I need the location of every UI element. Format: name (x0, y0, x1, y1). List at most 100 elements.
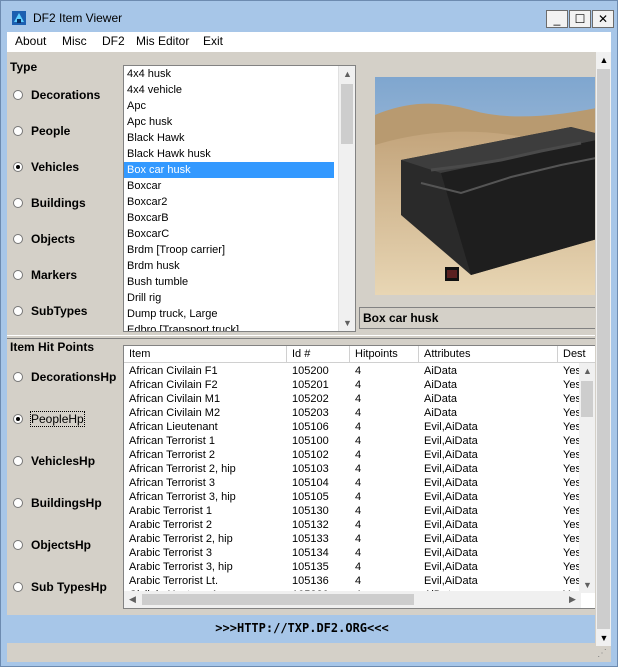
cell-attributes: AiData (424, 365, 458, 377)
radio-button-icon[interactable] (13, 126, 23, 136)
radio-button-icon[interactable] (13, 90, 23, 100)
resize-grip-icon[interactable]: ⋰ (597, 648, 609, 660)
list-item[interactable]: Apc husk (124, 114, 334, 130)
list-item[interactable]: Boxcar2 (124, 194, 334, 210)
close-button[interactable]: ✕ (592, 10, 614, 28)
radio-button-icon[interactable] (13, 540, 23, 550)
type-radio-vehicles[interactable]: Vehicles (13, 159, 79, 175)
website-link[interactable]: >>>HTTP://TXP.DF2.ORG<<< (7, 615, 597, 643)
scroll-down-icon[interactable]: ▼ (339, 315, 355, 331)
title-bar[interactable]: DF2 Item Viewer _ ☐ ✕ (1, 1, 617, 32)
hp-radio-peoplehp[interactable]: PeopleHp (13, 411, 85, 427)
scroll-up-icon[interactable]: ▲ (339, 66, 355, 82)
table-row[interactable]: African Civilain M2 105203 4 AiData Yes (124, 406, 596, 420)
column-header-attributes[interactable]: Attributes (419, 346, 558, 363)
list-item[interactable]: Bush tumble (124, 274, 334, 290)
column-header-id[interactable]: Id # (287, 346, 350, 363)
table-row[interactable]: Arabic Terrorist 2 105132 4 Evil,AiData Yes (124, 518, 596, 532)
menu-about[interactable]: About (15, 34, 46, 48)
table-row[interactable]: Arabic Terrorist 3 105134 4 Evil,AiData Yes (124, 546, 596, 560)
radio-button-icon[interactable] (13, 498, 23, 508)
maximize-button[interactable]: ☐ (569, 10, 591, 28)
table-vertical-scrollbar[interactable]: ▲ ▼ (579, 363, 596, 593)
list-item[interactable]: Edbro [Transport truck] (124, 322, 334, 331)
list-item[interactable]: 4x4 vehicle (124, 82, 334, 98)
radio-button-icon[interactable] (13, 306, 23, 316)
scroll-up-icon[interactable]: ▲ (579, 363, 596, 379)
list-item[interactable]: Brdm [Troop carrier] (124, 242, 334, 258)
panel-divider[interactable] (7, 335, 611, 339)
scroll-down-icon[interactable]: ▼ (579, 577, 596, 593)
type-radio-people[interactable]: People (13, 123, 70, 139)
table-row[interactable]: African Civilain M1 105202 4 AiData Yes (124, 392, 596, 406)
scroll-thumb[interactable] (341, 84, 353, 144)
list-item[interactable]: Apc (124, 98, 334, 114)
hp-radio-objectshp[interactable]: ObjectsHp (13, 537, 91, 553)
list-item[interactable]: Boxcar (124, 178, 334, 194)
radio-button-icon[interactable] (13, 414, 23, 424)
table-row[interactable]: Arabic Terrorist Lt. 105136 4 Evil,AiData Ye… (124, 574, 596, 588)
radio-button-icon[interactable] (13, 198, 23, 208)
hp-radio-vehicleshp[interactable]: VehiclesHp (13, 453, 95, 469)
list-item[interactable]: BoxcarB (124, 210, 334, 226)
scroll-down-icon[interactable]: ▼ (596, 630, 612, 646)
table-row[interactable]: African Terrorist 1 105100 4 Evil,AiData Yes (124, 434, 596, 448)
hp-radio-sub-typeshp[interactable]: Sub TypesHp (13, 579, 107, 595)
list-item[interactable]: Box car husk (124, 162, 334, 178)
type-list-scrollbar[interactable]: ▲ ▼ (338, 66, 355, 331)
list-item[interactable]: Black Hawk husk (124, 146, 334, 162)
radio-button-icon[interactable] (13, 162, 23, 172)
scroll-thumb[interactable] (581, 381, 593, 417)
column-header-hitpoints[interactable]: Hitpoints (350, 346, 419, 363)
list-item[interactable]: Black Hawk (124, 130, 334, 146)
list-item[interactable]: Dump truck, Large (124, 306, 334, 322)
hitpoints-table[interactable]: Item Id # Hitpoints Attributes Dest Afri… (123, 345, 597, 609)
table-row[interactable]: Arabic Terrorist 3, hip 105135 4 Evil,AiDat… (124, 560, 596, 574)
menu-misc[interactable]: Misc (62, 34, 87, 48)
table-row[interactable]: Arabic Terrorist 2, hip 105133 4 Evil,AiDat… (124, 532, 596, 546)
radio-button-icon[interactable] (13, 456, 23, 466)
table-row[interactable]: African Terrorist 3, hip 105105 4 Evil,AiDa… (124, 490, 596, 504)
table-row[interactable]: African Terrorist 2, hip 105103 4 Evil,AiDa… (124, 462, 596, 476)
type-radio-buildings[interactable]: Buildings (13, 195, 86, 211)
type-radio-subtypes[interactable]: SubTypes (13, 303, 87, 319)
column-header-dest[interactable]: Dest (558, 346, 596, 363)
radio-label: Vehicles (31, 160, 80, 174)
radio-button-icon[interactable] (13, 372, 23, 382)
column-header-item[interactable]: Item (124, 346, 287, 363)
radio-button-icon[interactable] (13, 582, 23, 592)
list-item[interactable]: Brdm husk (124, 258, 334, 274)
table-row[interactable]: Arabic Terrorist 1 105130 4 Evil,AiData Yes (124, 504, 596, 518)
list-item[interactable]: 4x4 husk (124, 66, 334, 82)
table-row[interactable]: African Terrorist 3 105104 4 Evil,AiData Yes (124, 476, 596, 490)
menu-df2[interactable]: DF2 (102, 34, 125, 48)
type-radio-markers[interactable]: Markers (13, 267, 77, 283)
radio-button-icon[interactable] (13, 234, 23, 244)
table-row[interactable]: African Civilain F1 105200 4 AiData Yes (124, 364, 596, 378)
hp-radio-buildingshp[interactable]: BuildingsHp (13, 495, 102, 511)
cell-item: African Terrorist 1 (129, 435, 215, 447)
scroll-up-icon[interactable]: ▲ (596, 52, 612, 68)
type-radio-objects[interactable]: Objects (13, 231, 75, 247)
scroll-right-icon[interactable]: ▶ (564, 591, 581, 608)
scroll-thumb[interactable] (597, 69, 610, 629)
table-row[interactable]: African Civilain F2 105201 4 AiData Yes (124, 378, 596, 392)
type-radio-decorations[interactable]: Decorations (13, 87, 100, 103)
cell-item: African Terrorist 3, hip (129, 491, 236, 503)
scroll-left-icon[interactable]: ◀ (124, 591, 141, 608)
type-listbox[interactable]: 4x4 husk 4x4 vehicle Apc Apc husk Black Hawk… (123, 65, 356, 332)
radio-label: Decorations (31, 88, 101, 102)
table-row[interactable]: African Lieutenant 105106 4 Evil,AiData Yes (124, 420, 596, 434)
radio-label: People (31, 124, 71, 138)
window-vertical-scrollbar[interactable]: ▲ ▼ (595, 52, 611, 646)
radio-button-icon[interactable] (13, 270, 23, 280)
menu-mis-editor[interactable]: Mis Editor (136, 34, 189, 48)
list-item[interactable]: BoxcarC (124, 226, 334, 242)
table-horizontal-scrollbar[interactable]: ◀ ▶ (124, 591, 581, 608)
scroll-thumb[interactable] (142, 594, 414, 605)
table-row[interactable]: African Terrorist 2 105102 4 Evil,AiData Yes (124, 448, 596, 462)
minimize-button[interactable]: _ (546, 10, 568, 28)
list-item[interactable]: Drill rig (124, 290, 334, 306)
hp-radio-decorationshp[interactable]: DecorationsHp (13, 369, 116, 385)
menu-exit[interactable]: Exit (203, 34, 223, 48)
